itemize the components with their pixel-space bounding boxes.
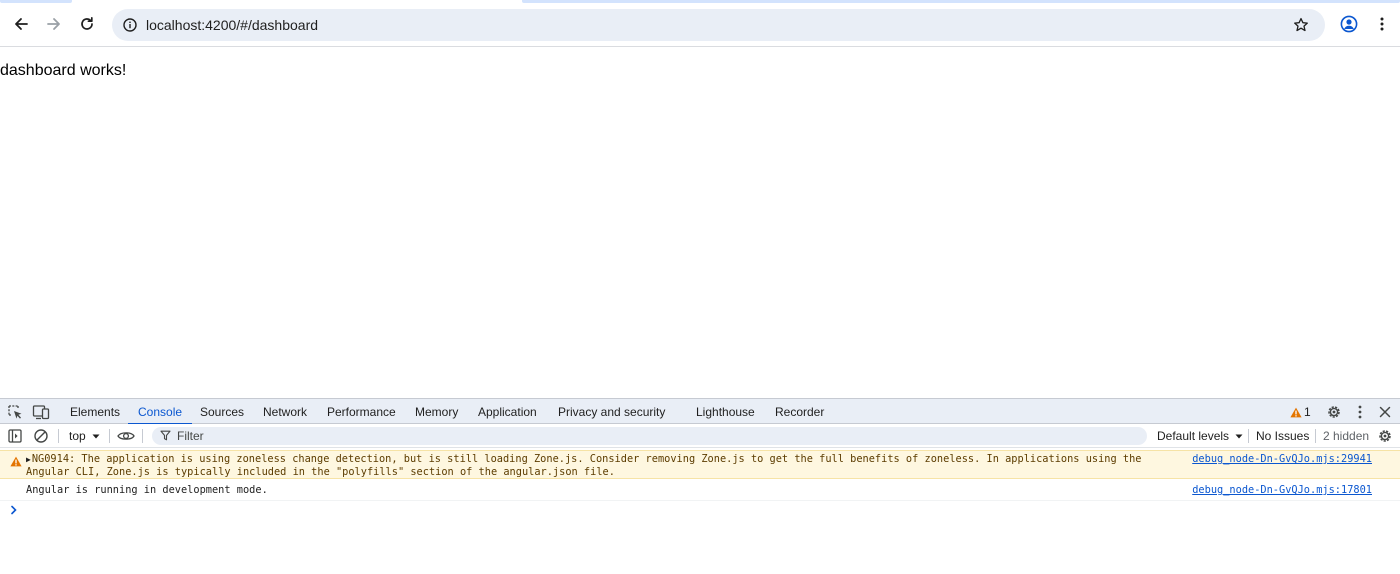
toolbar-divider — [1315, 429, 1316, 443]
inspect-element-icon — [8, 405, 22, 419]
site-info-button[interactable] — [120, 15, 140, 35]
console-sidebar-button[interactable] — [6, 427, 24, 445]
warning-triangle-icon — [1290, 407, 1302, 417]
device-toolbar-button[interactable] — [32, 403, 50, 421]
console-settings-button[interactable] — [1376, 427, 1394, 445]
hidden-messages-count: 2 hidden — [1323, 429, 1370, 443]
address-bar[interactable]: localhost:4200/#/dashboard — [112, 9, 1325, 41]
warning-message-body: ▶NG0914: The application is using zonele… — [26, 453, 1191, 478]
gear-icon — [1379, 430, 1391, 442]
log-levels-value: Default levels — [1157, 429, 1230, 443]
context-selector[interactable]: top — [69, 428, 100, 444]
toolbar-divider — [142, 429, 143, 443]
forward-icon — [47, 18, 60, 30]
console-toolbar: top Filter Default levels No Issues 2 hi… — [0, 424, 1400, 448]
kebab-menu-icon — [1358, 405, 1362, 419]
page-content-text: dashboard works! — [0, 62, 127, 79]
devtools-menu-button[interactable] — [1351, 403, 1369, 421]
tab-lighthouse[interactable]: Lighthouse — [696, 399, 755, 424]
console-info-message: Angular is running in development mode. … — [0, 480, 1400, 501]
gear-icon — [1328, 406, 1340, 418]
browser-toolbar: localhost:4200/#/dashboard — [0, 0, 1400, 47]
tab-strip-edge — [522, 0, 1400, 3]
tab-console[interactable]: Console — [127, 399, 193, 425]
context-selector-value: top — [69, 429, 86, 443]
tab-sources[interactable]: Sources — [200, 399, 244, 424]
devtools-settings-button[interactable] — [1325, 403, 1343, 421]
close-icon — [1379, 406, 1391, 418]
forward-button[interactable] — [40, 10, 68, 38]
tab-strip-edge — [0, 0, 72, 3]
filter-placeholder: Filter — [177, 429, 204, 443]
inspect-element-button[interactable] — [6, 403, 24, 421]
chevron-down-icon — [1235, 434, 1243, 438]
bookmark-button[interactable] — [1291, 15, 1311, 35]
back-button[interactable] — [7, 10, 35, 38]
info-source-link[interactable]: debug_node-Dn-GvQJo.mjs:17801 — [1192, 484, 1372, 496]
devtools-close-button[interactable] — [1376, 403, 1394, 421]
tab-elements[interactable]: Elements — [70, 399, 120, 424]
log-levels-dropdown[interactable]: Default levels — [1157, 428, 1243, 444]
expand-triangle-icon[interactable]: ▶ — [26, 455, 31, 464]
tab-recorder[interactable]: Recorder — [775, 399, 824, 424]
prompt-chevron-icon — [11, 505, 17, 515]
reload-icon — [81, 16, 93, 30]
console-warning-message[interactable]: ▶NG0914: The application is using zonele… — [0, 450, 1400, 479]
profile-button[interactable] — [1335, 10, 1363, 38]
warning-message-text: NG0914: The application is using zoneles… — [26, 453, 1142, 478]
tab-memory[interactable]: Memory — [415, 399, 458, 424]
warnings-counter[interactable]: 1 — [1290, 404, 1311, 420]
back-icon — [15, 18, 28, 30]
browser-menu-button[interactable] — [1368, 10, 1396, 38]
toolbar-divider — [109, 429, 110, 443]
kebab-menu-icon — [1380, 17, 1384, 31]
site-info-icon — [123, 18, 137, 32]
bookmark-star-icon — [1294, 17, 1308, 32]
warning-source-link[interactable]: debug_node-Dn-GvQJo.mjs:29941 — [1192, 453, 1372, 465]
toolbar-divider — [1248, 429, 1249, 443]
tab-application[interactable]: Application — [478, 399, 537, 424]
tab-privacy-and-security[interactable]: Privacy and security — [558, 399, 665, 424]
tab-network[interactable]: Network — [263, 399, 307, 424]
devtools-tab-bar: Elements Console Sources Network Performance… — [0, 398, 1400, 425]
sidebar-toggle-icon — [8, 429, 22, 443]
live-expression-button[interactable] — [117, 427, 135, 445]
reload-button[interactable] — [73, 10, 101, 38]
warnings-count-text: 1 — [1304, 405, 1311, 419]
url-text[interactable]: localhost:4200/#/dashboard — [146, 16, 318, 34]
clear-console-button[interactable] — [32, 427, 50, 445]
filter-icon — [160, 430, 171, 441]
info-message-text: Angular is running in development mode. — [26, 484, 268, 496]
eye-icon — [117, 432, 135, 440]
console-filter-input[interactable]: Filter — [152, 427, 1147, 445]
toolbar-divider — [58, 429, 59, 443]
device-toggle-icon — [32, 405, 50, 420]
profile-icon — [1340, 15, 1358, 33]
chevron-down-icon — [92, 434, 100, 438]
tab-performance[interactable]: Performance — [327, 399, 396, 424]
clear-circle-icon — [34, 429, 48, 443]
warning-triangle-icon — [10, 456, 22, 467]
devtools-panel: Elements Console Sources Network Performance… — [0, 398, 1400, 574]
console-prompt[interactable] — [10, 505, 20, 517]
issues-status[interactable]: No Issues — [1256, 428, 1309, 444]
